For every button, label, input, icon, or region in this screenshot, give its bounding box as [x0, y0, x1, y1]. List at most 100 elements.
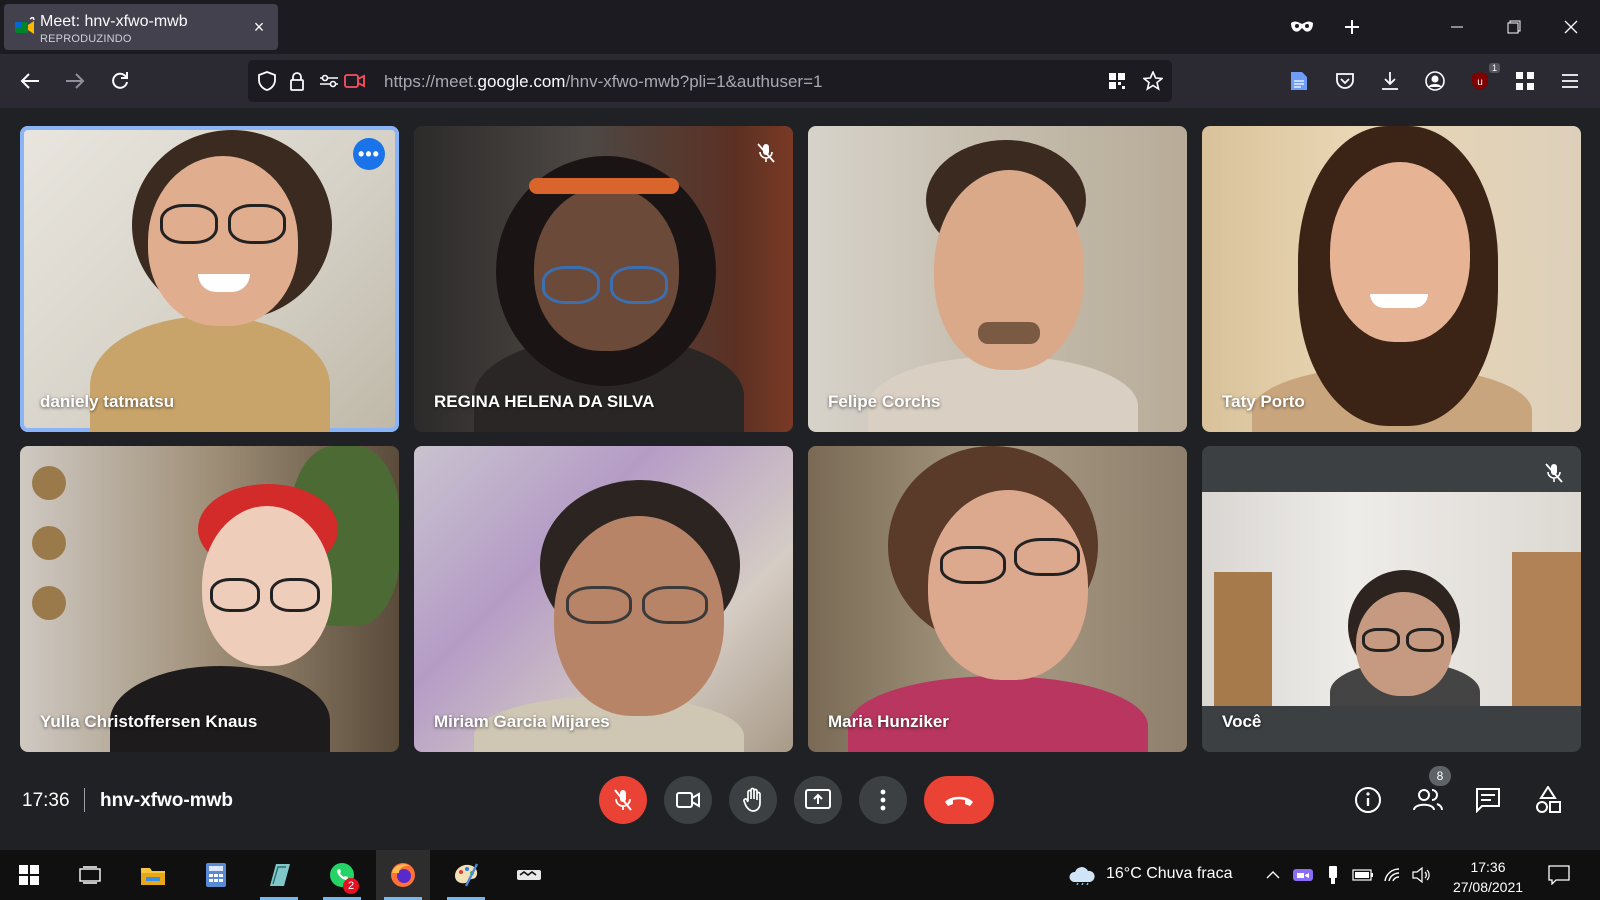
- lock-icon[interactable]: [286, 70, 308, 92]
- participant-tile[interactable]: Maria Hunziker: [808, 446, 1187, 752]
- mic-toggle-button[interactable]: [599, 776, 647, 824]
- mic-off-icon: [614, 789, 632, 811]
- chevron-up-icon[interactable]: [1262, 864, 1284, 886]
- meet-video-grid: ••• daniely tatmatsu REGINA HELENA DA SI…: [0, 108, 1600, 762]
- participants-button[interactable]: [1408, 780, 1448, 820]
- bookmark-star-icon[interactable]: [1142, 70, 1164, 92]
- extensions-icon[interactable]: [1511, 67, 1539, 95]
- meeting-details-button[interactable]: [1348, 780, 1388, 820]
- url-text[interactable]: https://meet.google.com/hnv-xfwo-mwb?pli…: [384, 72, 822, 92]
- chat-icon: [1476, 788, 1500, 813]
- weather-cloud-icon[interactable]: [1068, 864, 1096, 886]
- present-now-button[interactable]: [794, 776, 842, 824]
- url-bar[interactable]: https://meet.google.com/hnv-xfwo-mwb?pli…: [248, 60, 1172, 102]
- svg-text:u: u: [1477, 77, 1483, 88]
- notification-center-icon[interactable]: [1548, 864, 1570, 886]
- info-icon: [1355, 787, 1381, 813]
- notepad-app-icon[interactable]: [252, 850, 306, 900]
- url-prefix: https://meet.: [384, 72, 478, 91]
- tab-title: Meet: hnv-xfwo-mwb: [40, 13, 188, 30]
- participant-name: Miriam Garcia Mijares: [434, 712, 610, 731]
- participant-tile[interactable]: Felipe Corchs: [808, 126, 1187, 432]
- volume-icon[interactable]: [1411, 864, 1433, 886]
- tab-close-icon[interactable]: ×: [250, 18, 268, 36]
- more-options-icon: [880, 789, 886, 811]
- url-path: /hnv-xfwo-mwb?pli=1&authuser=1: [565, 72, 823, 91]
- raise-hand-icon: [743, 787, 761, 812]
- participant-name: Taty Porto: [1222, 392, 1305, 411]
- chat-button[interactable]: [1468, 780, 1508, 820]
- new-tab-icon[interactable]: [1339, 14, 1365, 40]
- qr-code-icon[interactable]: [1106, 70, 1128, 92]
- download-icon[interactable]: [1376, 67, 1404, 95]
- tab-playing-status: REPRODUZINDO: [40, 33, 132, 45]
- participant-name: Felipe Corchs: [828, 392, 941, 411]
- private-mask-icon[interactable]: [1289, 14, 1315, 40]
- meeting-code: hnv-xfwo-mwb: [100, 790, 233, 811]
- wifi-icon[interactable]: [1382, 864, 1404, 886]
- participant-tile[interactable]: Yulla Christoffersen Knaus: [20, 446, 399, 752]
- participant-name: Maria Hunziker: [828, 712, 949, 731]
- system-date: 27/08/2021: [1452, 879, 1524, 895]
- url-domain: google.com: [477, 72, 566, 91]
- more-options-icon[interactable]: •••: [353, 138, 385, 170]
- system-clock[interactable]: 17:36 27/08/2021: [1448, 857, 1528, 897]
- windows-start-icon[interactable]: [2, 850, 56, 900]
- browser-nav-bar: https://meet.google.com/hnv-xfwo-mwb?pli…: [0, 54, 1600, 108]
- menu-icon[interactable]: [1556, 67, 1584, 95]
- calculator-icon[interactable]: [189, 850, 243, 900]
- weather-text[interactable]: 16°C Chuva fraca: [1106, 865, 1232, 883]
- activities-button[interactable]: [1528, 780, 1568, 820]
- permissions-icon[interactable]: [318, 70, 340, 92]
- forward-icon[interactable]: [61, 67, 89, 95]
- firefox-icon[interactable]: [376, 850, 430, 900]
- browser-tab-meet[interactable]: Meet: hnv-xfwo-mwb REPRODUZINDO ×: [4, 4, 278, 50]
- pocket-icon[interactable]: [1331, 67, 1359, 95]
- usb-device-icon[interactable]: [1322, 864, 1344, 886]
- camera-toggle-button[interactable]: [664, 776, 712, 824]
- restore-icon[interactable]: [1501, 14, 1527, 40]
- meeting-clock: 17:36: [22, 790, 70, 811]
- paint-app-icon[interactable]: [439, 850, 493, 900]
- reload-icon[interactable]: [106, 67, 134, 95]
- present-icon: [805, 789, 831, 809]
- system-time: 17:36: [1470, 859, 1506, 875]
- windows-taskbar: 2 16°C Chuva fraca 17:36 27/08/2021: [0, 850, 1600, 900]
- camera-blocked-icon[interactable]: [344, 70, 366, 92]
- leave-call-button[interactable]: [924, 776, 994, 824]
- participant-tile[interactable]: Taty Porto: [1202, 126, 1581, 432]
- file-explorer-icon[interactable]: [126, 850, 180, 900]
- minimize-icon[interactable]: [1444, 14, 1470, 40]
- zoom-tray-icon[interactable]: [1292, 864, 1314, 886]
- extension-badge: 1: [1488, 63, 1500, 73]
- whatsapp-icon[interactable]: 2: [315, 850, 369, 900]
- game-app-icon[interactable]: [502, 850, 556, 900]
- participant-tile[interactable]: REGINA HELENA DA SILVA: [414, 126, 793, 432]
- account-icon[interactable]: [1421, 67, 1449, 95]
- muted-mic-icon: [1541, 460, 1567, 486]
- participant-count-badge: 8: [1429, 766, 1451, 786]
- close-window-icon[interactable]: [1558, 14, 1584, 40]
- task-view-icon[interactable]: [63, 850, 117, 900]
- participant-tile-self[interactable]: Você: [1202, 446, 1581, 752]
- raise-hand-button[interactable]: [729, 776, 777, 824]
- ublock-icon[interactable]: u 1: [1466, 63, 1500, 95]
- hang-up-icon: [945, 796, 973, 806]
- more-options-button[interactable]: [859, 776, 907, 824]
- camera-icon: [676, 792, 700, 808]
- participant-video: [90, 316, 330, 432]
- participant-name: Você: [1222, 712, 1262, 731]
- activities-icon: [1536, 786, 1561, 813]
- divider: [84, 788, 85, 812]
- participant-name: REGINA HELENA DA SILVA: [434, 392, 655, 411]
- participant-name: Yulla Christoffersen Knaus: [40, 712, 258, 731]
- participant-video: [1202, 492, 1581, 706]
- people-icon: [1413, 789, 1443, 811]
- back-icon[interactable]: [16, 67, 44, 95]
- meet-favicon-icon: [14, 15, 36, 37]
- participant-tile[interactable]: ••• daniely tatmatsu: [20, 126, 399, 432]
- participant-tile[interactable]: Miriam Garcia Mijares: [414, 446, 793, 752]
- reader-icon[interactable]: [1285, 67, 1313, 95]
- battery-icon[interactable]: [1352, 864, 1374, 886]
- shield-icon[interactable]: [256, 70, 278, 92]
